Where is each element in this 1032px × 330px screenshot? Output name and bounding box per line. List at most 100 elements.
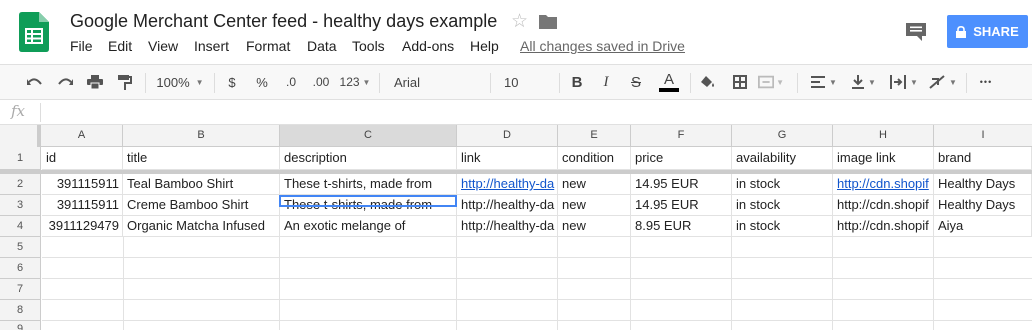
cell-title[interactable]: Teal Bamboo Shirt xyxy=(123,174,280,195)
cell-availability[interactable]: in stock xyxy=(732,216,833,237)
row-header[interactable]: 1 xyxy=(0,147,41,170)
more-formats-select[interactable]: 123 ▼ xyxy=(338,65,372,99)
folder-icon[interactable] xyxy=(539,14,557,29)
cell-title[interactable]: Creme Bamboo Shirt xyxy=(123,195,280,216)
star-icon[interactable]: ☆ xyxy=(511,10,528,33)
cell-image-link[interactable]: http://cdn.shopif xyxy=(833,174,934,195)
cell-condition[interactable]: new xyxy=(558,216,631,237)
redo-icon[interactable] xyxy=(54,65,76,99)
paint-format-icon[interactable] xyxy=(114,65,136,99)
undo-icon[interactable] xyxy=(24,65,46,99)
header-cell-image-link[interactable]: image link xyxy=(833,147,934,170)
cell-link[interactable]: http://healthy-da xyxy=(457,216,558,237)
text-rotation-icon[interactable]: ▼ xyxy=(926,65,960,99)
cell-brand[interactable]: Healthy Days xyxy=(934,195,1032,216)
header-cell-brand[interactable]: brand xyxy=(934,147,1032,170)
header-cell-title[interactable]: title xyxy=(123,147,280,170)
menu-insert[interactable]: Insert xyxy=(194,38,229,54)
sheets-logo-icon[interactable] xyxy=(19,12,49,52)
header-cell-id[interactable]: id xyxy=(42,147,123,170)
empty-rows[interactable] xyxy=(42,237,1032,330)
fill-color-icon[interactable] xyxy=(698,65,718,99)
menu-edit[interactable]: Edit xyxy=(108,38,132,54)
menu-view[interactable]: View xyxy=(148,38,178,54)
row-header[interactable]: 7 xyxy=(0,279,41,300)
cell-id[interactable]: 391115911 xyxy=(42,174,123,195)
zoom-select[interactable]: 100% ▼ xyxy=(152,65,208,99)
currency-format-button[interactable]: $ xyxy=(222,65,242,99)
percent-format-button[interactable]: % xyxy=(252,65,272,99)
text-wrap-icon[interactable]: ▼ xyxy=(887,65,921,99)
chevron-down-icon: ▼ xyxy=(868,77,876,87)
header-cell-price[interactable]: price xyxy=(631,147,732,170)
merge-cells-icon[interactable]: ▼ xyxy=(758,65,784,99)
select-all-corner[interactable] xyxy=(0,125,41,147)
cell-id[interactable]: 3911129479 xyxy=(42,216,123,237)
text-color-button[interactable]: A xyxy=(657,65,681,99)
row-header[interactable]: 5 xyxy=(0,237,41,258)
font-size-value: 10 xyxy=(504,74,519,90)
column-header-i[interactable]: I xyxy=(934,125,1032,146)
cell-availability[interactable]: in stock xyxy=(732,195,833,216)
row-header[interactable]: 4 xyxy=(0,216,41,237)
horizontal-align-icon[interactable]: ▼ xyxy=(808,65,840,99)
menu-addons[interactable]: Add-ons xyxy=(402,38,454,54)
cell-availability[interactable]: in stock xyxy=(732,174,833,195)
header-cell-description[interactable]: description xyxy=(280,147,457,170)
borders-icon[interactable] xyxy=(730,65,750,99)
cell-description[interactable]: These t-shirts, made from xyxy=(280,174,457,195)
row-header[interactable]: 8 xyxy=(0,300,41,321)
menu-data[interactable]: Data xyxy=(307,38,337,54)
row-header[interactable]: 6 xyxy=(0,258,41,279)
column-header-d[interactable]: D xyxy=(457,125,558,146)
column-header-a[interactable]: A xyxy=(41,125,123,146)
header-cell-availability[interactable]: availability xyxy=(732,147,833,170)
row-header[interactable]: 3 xyxy=(0,195,41,216)
header-cell-condition[interactable]: condition xyxy=(558,147,631,170)
cell-condition[interactable]: new xyxy=(558,195,631,216)
row-header[interactable]: 2 xyxy=(0,174,41,195)
cell-image-link[interactable]: http://cdn.shopif xyxy=(833,216,934,237)
cell-price[interactable]: 8.95 EUR xyxy=(631,216,732,237)
active-cell-cursor[interactable] xyxy=(279,195,457,207)
font-size-select[interactable]: 10 xyxy=(498,65,552,99)
formula-input[interactable] xyxy=(44,100,1032,124)
cell-image-link[interactable]: http://cdn.shopif xyxy=(833,195,934,216)
column-header-h[interactable]: H xyxy=(833,125,934,146)
strikethrough-button[interactable]: S xyxy=(627,65,645,99)
more-options-icon[interactable]: ••• xyxy=(973,65,999,99)
decrease-decimal-button[interactable]: .0 xyxy=(280,65,302,99)
cell-brand[interactable]: Healthy Days xyxy=(934,174,1032,195)
cell-price[interactable]: 14.95 EUR xyxy=(631,195,732,216)
share-button[interactable]: SHARE xyxy=(947,15,1028,48)
zoom-value: 100% xyxy=(156,74,190,90)
font-family-select[interactable]: Arial xyxy=(388,65,484,99)
header-cell-link[interactable]: link xyxy=(457,147,558,170)
cell-title[interactable]: Organic Matcha Infused xyxy=(123,216,280,237)
increase-decimal-button[interactable]: .00 xyxy=(309,65,333,99)
cell-id[interactable]: 391115911 xyxy=(42,195,123,216)
column-header-e[interactable]: E xyxy=(558,125,631,146)
italic-button[interactable]: I xyxy=(597,65,615,99)
vertical-align-icon[interactable]: ▼ xyxy=(848,65,880,99)
cell-link[interactable]: http://healthy-da xyxy=(457,195,558,216)
column-header-b[interactable]: B xyxy=(123,125,280,146)
cell-brand[interactable]: Aiya xyxy=(934,216,1032,237)
save-status-link[interactable]: All changes saved in Drive xyxy=(520,38,685,54)
cell-link[interactable]: http://healthy-da xyxy=(457,174,558,195)
document-title[interactable]: Google Merchant Center feed - healthy da… xyxy=(70,11,497,32)
row-header[interactable]: 9 xyxy=(0,321,41,330)
print-icon[interactable] xyxy=(84,65,106,99)
menu-file[interactable]: File xyxy=(70,38,93,54)
menu-format[interactable]: Format xyxy=(246,38,290,54)
column-header-g[interactable]: G xyxy=(732,125,833,146)
comments-icon[interactable] xyxy=(905,22,927,42)
cell-condition[interactable]: new xyxy=(558,174,631,195)
menu-help[interactable]: Help xyxy=(470,38,499,54)
cell-price[interactable]: 14.95 EUR xyxy=(631,174,732,195)
cell-description[interactable]: An exotic melange of xyxy=(280,216,457,237)
bold-button[interactable]: B xyxy=(568,65,586,99)
column-header-c[interactable]: C xyxy=(280,125,457,146)
column-header-f[interactable]: F xyxy=(631,125,732,146)
menu-tools[interactable]: Tools xyxy=(352,38,385,54)
